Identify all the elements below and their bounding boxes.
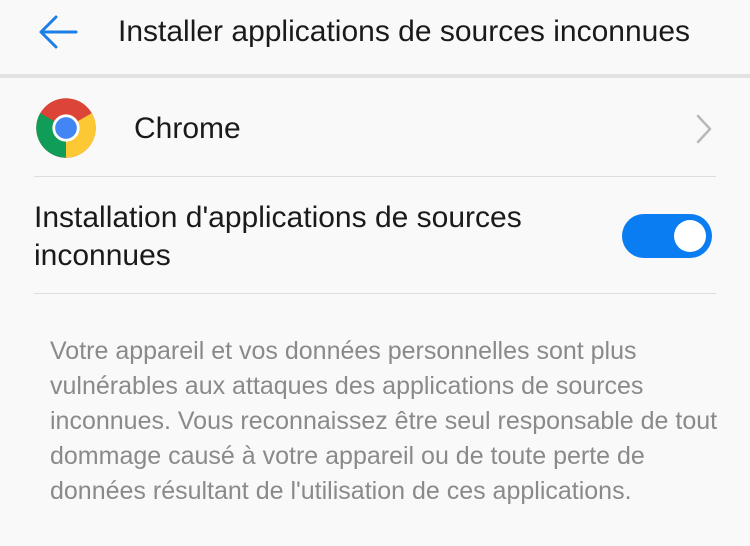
toggle-knob [674, 220, 706, 252]
unknown-sources-toggle[interactable] [622, 214, 712, 258]
setting-row[interactable]: Installation d'applications de sources i… [0, 177, 750, 293]
back-button[interactable] [34, 10, 82, 54]
chrome-icon [36, 98, 96, 158]
setting-label: Installation d'applications de sources i… [34, 201, 522, 272]
app-bar: Installer applications de sources inconn… [0, 0, 750, 64]
app-name: Chrome [134, 112, 241, 145]
warning-text: Votre appareil et vos données personnell… [50, 337, 718, 505]
app-row-chrome[interactable]: Chrome [0, 82, 750, 176]
page-title: Installer applications de sources inconn… [118, 15, 691, 48]
header-divider [0, 74, 750, 78]
chevron-right-icon [696, 114, 712, 144]
divider [34, 293, 716, 294]
arrow-left-icon [39, 15, 78, 49]
